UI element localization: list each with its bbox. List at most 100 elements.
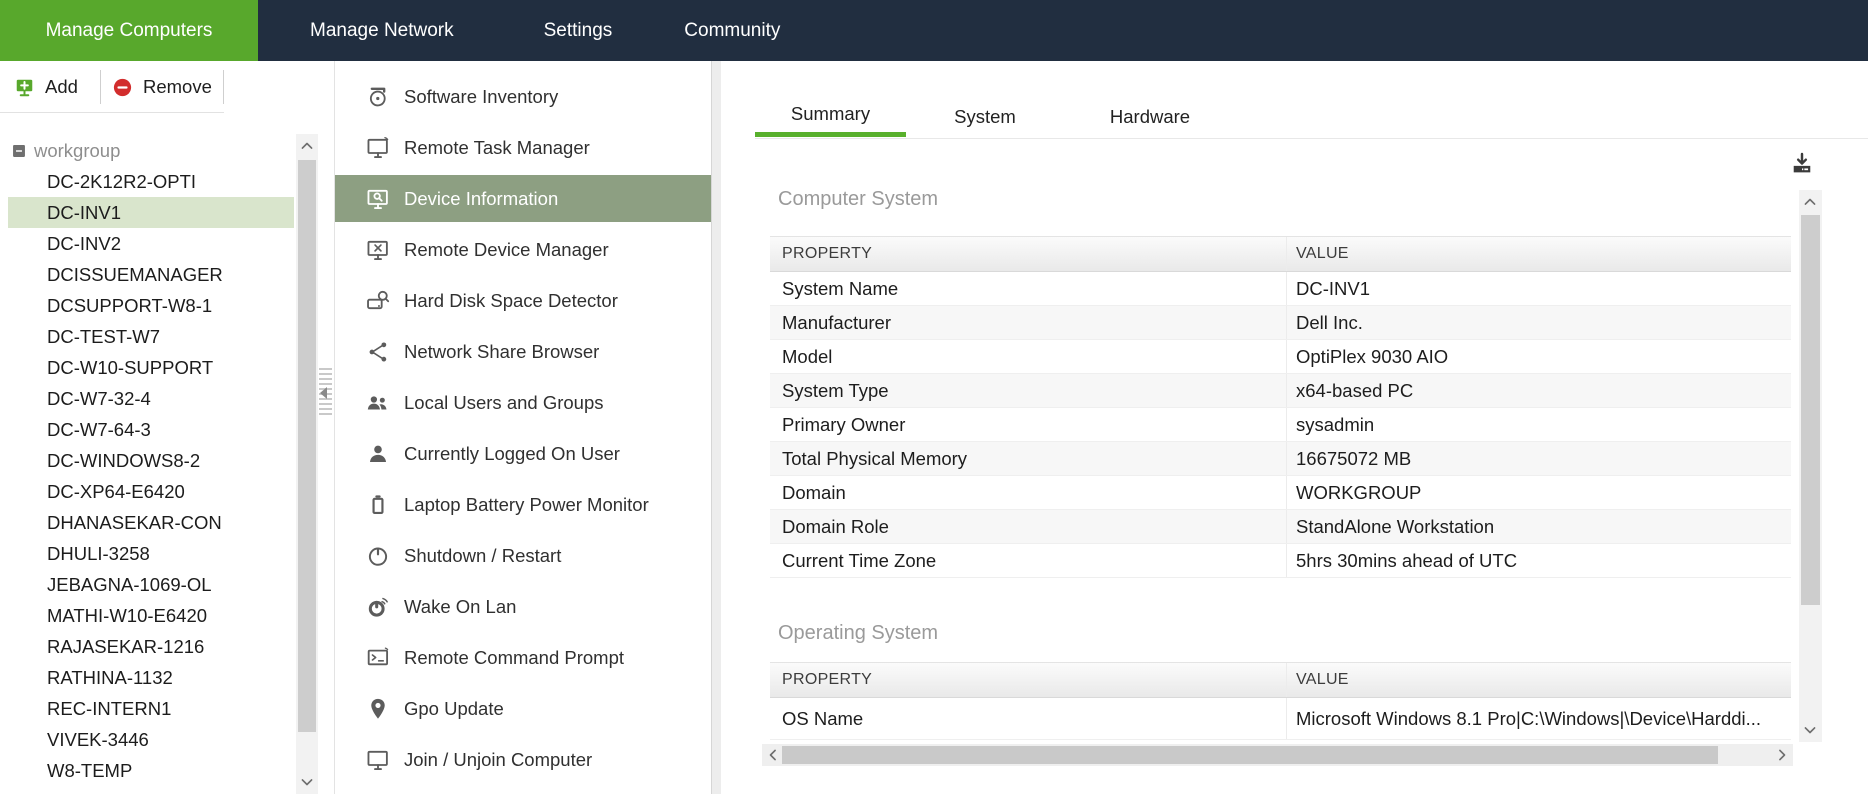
table-row: System Type x64-based PC bbox=[770, 374, 1791, 408]
tool-item[interactable]: Remote Command Prompt bbox=[335, 634, 711, 681]
export-button[interactable] bbox=[1787, 150, 1817, 180]
tree-item-label: MATHI-W10-E6420 bbox=[47, 604, 208, 626]
tree-item[interactable]: REC-INTERN1 bbox=[0, 693, 294, 724]
remove-icon bbox=[112, 77, 133, 98]
add-computer-icon bbox=[14, 77, 35, 98]
tool-item[interactable]: Local Users and Groups bbox=[335, 379, 711, 426]
tool-item[interactable]: Gpo Update bbox=[335, 685, 711, 732]
tool-item[interactable]: Network Share Browser bbox=[335, 328, 711, 375]
tool-item-label: Local Users and Groups bbox=[404, 391, 604, 413]
remove-button-label: Remove bbox=[143, 76, 212, 97]
column-header-value: VALUE bbox=[1296, 245, 1349, 262]
tree-item-label: DCISSUEMANAGER bbox=[47, 263, 223, 285]
add-button[interactable]: Add bbox=[14, 71, 78, 103]
table-header: PROPERTY VALUE bbox=[770, 236, 1791, 272]
tree-item-label: DHULI-3258 bbox=[47, 542, 150, 564]
tree-item[interactable]: DC-W7-64-3 bbox=[0, 414, 294, 445]
tool-item[interactable]: Join / Unjoin Computer bbox=[335, 736, 711, 783]
table-row: Model OptiPlex 9030 AIO bbox=[770, 340, 1791, 374]
tree-item[interactable]: DC-W7-32-4 bbox=[0, 383, 294, 414]
tree-item[interactable]: DC-TEST-W7 bbox=[0, 321, 294, 352]
nav-tab[interactable]: Manage Network bbox=[286, 0, 478, 61]
tree-item[interactable]: DHULI-3258 bbox=[0, 538, 294, 569]
remote-device-manager-icon bbox=[365, 237, 391, 263]
tree-item-label: RAJASEKAR-1216 bbox=[47, 635, 205, 657]
nav-tab[interactable]: Settings bbox=[520, 0, 637, 61]
vertical-scrollbar-thumb[interactable] bbox=[1801, 215, 1820, 605]
tree-item-label: DC-WINDOWS8-2 bbox=[47, 449, 201, 471]
tool-item[interactable]: Currently Logged On User bbox=[335, 430, 711, 477]
tool-item[interactable]: Wake On Lan bbox=[335, 583, 711, 630]
tool-item[interactable]: Remote Task Manager bbox=[335, 124, 711, 171]
remote-task-manager-icon bbox=[365, 135, 391, 161]
chevron-down-icon[interactable] bbox=[297, 772, 317, 792]
table-row: System Name DC-INV1 bbox=[770, 272, 1791, 306]
remove-button[interactable]: Remove bbox=[112, 71, 212, 103]
tools-menu: Software Inventory Remote Task Manager D… bbox=[335, 61, 711, 794]
tree-item[interactable]: RAJASEKAR-1216 bbox=[0, 631, 294, 662]
tree-item[interactable]: DC-INV1 bbox=[8, 197, 294, 228]
top-navigation: Manage Computers Manage Network Settings… bbox=[0, 0, 1868, 61]
tab-label: System bbox=[954, 105, 1016, 127]
local-users-groups-icon bbox=[365, 390, 391, 416]
tree-item[interactable]: ZMEETING-WIN10 bbox=[0, 786, 294, 794]
horizontal-scrollbar[interactable] bbox=[762, 744, 1793, 766]
tool-item[interactable]: Device Information bbox=[335, 175, 711, 222]
chevron-up-icon[interactable] bbox=[297, 136, 317, 156]
vertical-scrollbar[interactable] bbox=[1799, 190, 1822, 742]
tree-item[interactable]: DHANASEKAR-CON bbox=[0, 507, 294, 538]
tree-item-label: DC-INV1 bbox=[47, 201, 122, 223]
tree-item[interactable]: DC-2K12R2-OPTI bbox=[0, 166, 294, 197]
table-rows: OS Name Microsoft Windows 8.1 Pro|C:\Win… bbox=[770, 698, 1791, 740]
software-inventory-icon bbox=[365, 84, 391, 110]
device-information-panel: Summary System Hardware Computer System … bbox=[721, 61, 1868, 794]
download-icon bbox=[1788, 150, 1816, 178]
tool-item[interactable]: Remote Device Manager bbox=[335, 226, 711, 273]
collapse-minus-icon[interactable] bbox=[12, 144, 26, 158]
nav-tab[interactable]: Community bbox=[660, 0, 804, 61]
tree-item[interactable]: DC-W10-SUPPORT bbox=[0, 352, 294, 383]
property-cell: Model bbox=[770, 340, 1287, 373]
tree-item[interactable]: MATHI-W10-E6420 bbox=[0, 600, 294, 631]
chevron-right-icon[interactable] bbox=[1772, 745, 1792, 765]
tree-item-label: DCSUPPORT-W8-1 bbox=[47, 294, 213, 316]
tree-root-workgroup[interactable]: workgroup bbox=[0, 135, 294, 166]
column-header-property: PROPERTY bbox=[770, 237, 1287, 271]
nav-tab[interactable]: Manage Computers bbox=[0, 0, 258, 61]
device-information-icon bbox=[365, 186, 391, 212]
table-row: Primary Owner sysadmin bbox=[770, 408, 1791, 442]
join-unjoin-icon bbox=[365, 747, 391, 773]
tree-item[interactable]: W8-TEMP bbox=[0, 755, 294, 786]
computer-system-table: PROPERTY VALUE System Name DC-INV1 Manuf… bbox=[770, 236, 1791, 578]
tree-item[interactable]: DC-WINDOWS8-2 bbox=[0, 445, 294, 476]
tree-item[interactable]: DCISSUEMANAGER bbox=[0, 259, 294, 290]
tree-scrollbar[interactable] bbox=[296, 134, 318, 794]
tab[interactable]: System bbox=[910, 96, 1060, 137]
tree-item-label: W8-TEMP bbox=[47, 759, 133, 781]
tree-item[interactable]: DCSUPPORT-W8-1 bbox=[0, 290, 294, 321]
tree-item-label: VIVEK-3446 bbox=[47, 728, 149, 750]
chevron-left-icon[interactable] bbox=[763, 745, 783, 765]
tree-scrollbar-thumb[interactable] bbox=[298, 160, 316, 732]
horizontal-scrollbar-thumb[interactable] bbox=[782, 746, 1718, 764]
value-cell: x64-based PC bbox=[1296, 379, 1414, 401]
table-row: Current Time Zone 5hrs 30mins ahead of U… bbox=[770, 544, 1791, 578]
tree-item[interactable]: RATHINA-1132 bbox=[0, 662, 294, 693]
splitter-collapse-handle[interactable] bbox=[319, 368, 332, 418]
tree-item[interactable]: DC-INV2 bbox=[0, 228, 294, 259]
property-cell: Domain Role bbox=[770, 510, 1287, 543]
tree-item[interactable]: JEBAGNA-1069-OL bbox=[0, 569, 294, 600]
tool-item[interactable]: Software Inventory bbox=[335, 73, 711, 120]
tool-item[interactable]: Hard Disk Space Detector bbox=[335, 277, 711, 324]
value-cell: sysadmin bbox=[1296, 413, 1375, 435]
tool-item[interactable]: Laptop Battery Power Monitor bbox=[335, 481, 711, 528]
tree-item[interactable]: DC-XP64-E6420 bbox=[0, 476, 294, 507]
tab[interactable]: Hardware bbox=[1075, 96, 1225, 137]
chevron-down-icon[interactable] bbox=[1800, 720, 1820, 740]
tree-item-label: DC-TEST-W7 bbox=[47, 325, 161, 347]
tab[interactable]: Summary bbox=[755, 96, 906, 137]
tool-item[interactable]: Shutdown / Restart bbox=[335, 532, 711, 579]
chevron-up-icon[interactable] bbox=[1800, 192, 1820, 212]
tool-item-label: Hard Disk Space Detector bbox=[404, 289, 618, 311]
tree-item[interactable]: VIVEK-3446 bbox=[0, 724, 294, 755]
